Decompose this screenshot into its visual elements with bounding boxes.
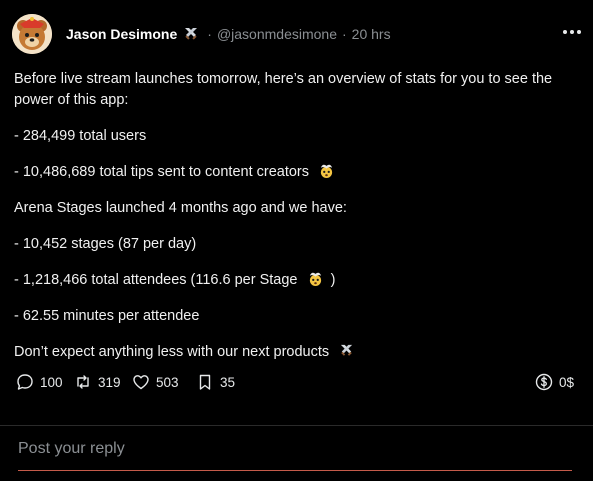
post-header: Jason Desimone · @jasonmdesimone · 20 hr… [12,14,582,54]
like-count: 503 [156,374,179,390]
reply-button[interactable]: 100 [16,373,63,391]
bookmark-button[interactable]: 35 [196,373,235,391]
reply-input-placeholder: Post your reply [18,440,125,457]
author-handle[interactable]: @jasonmdesimone [217,26,337,42]
bear-avatar-icon [12,14,52,54]
post-time: 20 hrs [351,26,391,42]
post-card: Jason Desimone · @jasonmdesimone · 20 hr… [0,0,593,426]
separator-dot: · [341,26,347,42]
post-body: Before live stream launches tomorrow, he… [14,69,574,378]
bookmark-icon [199,374,211,390]
post-text-tips: - 10,486,689 total tips sent to content … [14,164,310,180]
post-text-arena: Arena Stages launched 4 months ago and w… [14,200,347,216]
like-button[interactable]: 503 [132,373,179,391]
author-name[interactable]: Jason Desimone [66,26,177,42]
crossed-swords-icon [185,28,198,40]
post-text-closing-line: Don’t expect anything less with our next… [14,342,574,363]
exploding-head-emoji-icon [309,272,321,286]
post-text-attendees: - 1,218,466 total attendees (116.6 per S… [14,272,298,288]
reply-count: 100 [40,374,63,390]
post-text-stages: - 10,452 stages (87 per day) [14,236,197,252]
dollar-coin-icon [535,373,553,391]
post-text-attendees-close: ) [330,272,336,288]
post-text-closing: Don’t expect anything less with our next… [14,344,330,360]
crossed-swords-icon [341,344,353,356]
author-line: Jason Desimone · @jasonmdesimone · 20 hr… [66,26,391,42]
reply-input[interactable]: Post your reply [18,438,572,471]
separator-dot: · [207,26,212,42]
post-text-attendees-line: - 1,218,466 total attendees (116.6 per S… [14,270,574,291]
comment-icon [17,374,33,390]
post-actions: 100 319 503 35 0$ [16,373,576,395]
post-text-minutes: - 62.55 minutes per attendee [14,308,200,324]
bookmark-count: 35 [220,374,236,390]
repost-count: 319 [98,374,121,390]
more-options-button[interactable] [562,22,582,42]
heart-icon [133,375,149,390]
post-text-intro: Before live stream launches tomorrow, he… [14,71,553,108]
tip-amount: 0$ [559,374,575,390]
repost-button[interactable]: 319 [74,373,121,391]
repost-icon [77,375,89,389]
post-text-tips-line: - 10,486,689 total tips sent to content … [14,162,574,183]
post-text-users: - 284,499 total users [14,128,147,144]
exploding-head-emoji-icon [320,164,333,178]
avatar[interactable] [12,14,52,54]
tip-button[interactable]: 0$ [535,373,574,391]
